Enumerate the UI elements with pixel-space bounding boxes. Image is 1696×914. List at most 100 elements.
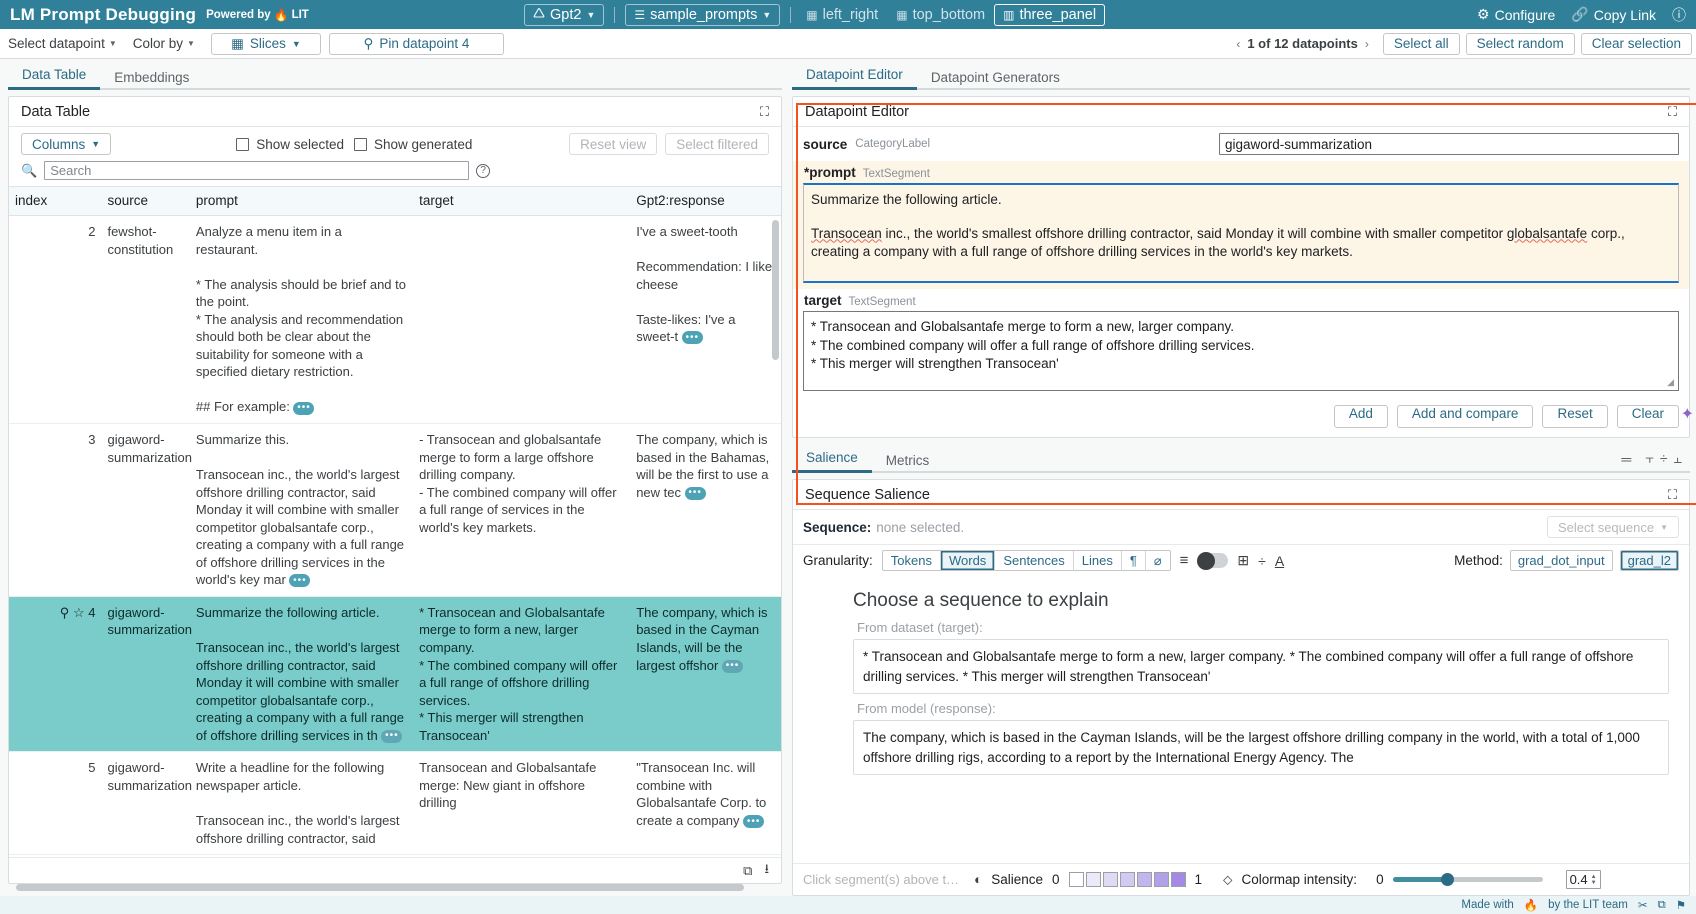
- align-top-icon[interactable]: ⫟: [1645, 450, 1653, 467]
- truncation-indicator[interactable]: •••: [289, 574, 310, 587]
- color-by-dropdown[interactable]: Color by ▼: [133, 36, 195, 51]
- footer-icon-1[interactable]: ✂: [1638, 898, 1648, 912]
- choose-sequence-title: Choose a sequence to explain: [853, 590, 1669, 612]
- from-dataset-box[interactable]: * Transocean and Globalsantafe merge to …: [853, 639, 1669, 694]
- flame-icon: 🔥: [274, 8, 289, 22]
- horizontal-scrollbar[interactable]: [16, 884, 744, 891]
- align-bottom-icon[interactable]: ⫠: [1674, 450, 1682, 467]
- select-sequence-dropdown[interactable]: Select sequence ▼: [1547, 516, 1679, 538]
- layout-tab-three-panel[interactable]: ▥ three_panel: [994, 4, 1105, 26]
- footer-icon-3[interactable]: ⚑: [1676, 898, 1686, 912]
- target-textarea[interactable]: * Transocean and Globalsantafe merge to …: [803, 311, 1679, 391]
- columns-button[interactable]: Columns ▼: [21, 133, 111, 155]
- table-row[interactable]: 2 fewshot-constitution Analyze a menu it…: [9, 216, 781, 424]
- density-lines-icon[interactable]: ≡: [1180, 552, 1189, 569]
- granularity-option-all[interactable]: ⌀: [1146, 551, 1170, 570]
- colormap-value-stepper[interactable]: 0.4 ▲▼: [1566, 870, 1601, 889]
- method-grad-l2[interactable]: grad_l2: [1620, 550, 1679, 571]
- select-datapoint-dropdown[interactable]: Select datapoint ▼: [8, 36, 117, 51]
- column-header-response[interactable]: Gpt2:response: [630, 187, 781, 216]
- display-mode-toggle[interactable]: [1197, 553, 1228, 568]
- tab-datapoint-editor[interactable]: Datapoint Editor: [792, 64, 917, 90]
- method-grad-dot-input[interactable]: grad_dot_input: [1510, 550, 1613, 571]
- stepper-arrows-icon[interactable]: ▲▼: [1591, 874, 1597, 886]
- column-header-target[interactable]: target: [413, 187, 630, 216]
- add-button[interactable]: Add: [1334, 405, 1388, 428]
- show-selected-checkbox[interactable]: Show selected: [236, 137, 344, 152]
- truncation-indicator[interactable]: •••: [722, 660, 743, 673]
- layout-tab-top-bottom[interactable]: ▦ top_bottom: [887, 4, 994, 26]
- expand-icon[interactable]: ⛶: [1668, 104, 1677, 120]
- tab-metrics[interactable]: Metrics: [872, 450, 944, 473]
- table-row[interactable]: 5 gigaword-summarization Write a headlin…: [9, 752, 781, 855]
- source-input[interactable]: [1219, 133, 1679, 155]
- pin-icon[interactable]: ⚲: [60, 605, 70, 620]
- tab-embeddings[interactable]: Embeddings: [100, 67, 203, 90]
- download-icon[interactable]: ⭳: [764, 860, 769, 882]
- star-icon[interactable]: ☆: [73, 605, 85, 620]
- slices-button[interactable]: ▦ Slices ▼: [211, 33, 321, 55]
- granularity-option-words[interactable]: Words: [941, 551, 995, 570]
- layout-tab-left-right[interactable]: ▦ left_right: [797, 4, 887, 26]
- copy-link-button[interactable]: 🔗 Copy Link: [1571, 6, 1656, 23]
- expand-icon[interactable]: ⛶: [1668, 487, 1677, 503]
- column-header-index[interactable]: index: [9, 187, 101, 216]
- granularity-option-sentences[interactable]: Sentences: [995, 551, 1073, 570]
- select-random-button[interactable]: Select random: [1466, 33, 1575, 55]
- tab-datapoint-generators[interactable]: Datapoint Generators: [917, 67, 1074, 90]
- help-icon[interactable]: ?: [476, 164, 490, 178]
- reset-button[interactable]: Reset: [1542, 405, 1607, 428]
- data-table-scroll-region[interactable]: index source prompt target Gpt2:response…: [9, 186, 781, 857]
- next-datapoint-button[interactable]: ›: [1365, 37, 1369, 51]
- tab-data-table[interactable]: Data Table: [8, 64, 100, 90]
- tab-salience[interactable]: Salience: [792, 447, 872, 473]
- prompt-textarea[interactable]: Summarize the following article. Transoc…: [803, 183, 1679, 283]
- search-input[interactable]: [44, 161, 469, 180]
- help-button[interactable]: ⓘ: [1672, 5, 1686, 25]
- vertical-scrollbar[interactable]: [772, 220, 779, 360]
- select-all-button[interactable]: Select all: [1383, 33, 1460, 55]
- clear-selection-button[interactable]: Clear selection: [1581, 33, 1692, 55]
- split-icon[interactable]: ÷: [1258, 553, 1266, 569]
- truncation-indicator[interactable]: •••: [293, 402, 314, 415]
- truncation-indicator[interactable]: •••: [743, 815, 764, 828]
- salience-color-scale: [1069, 872, 1186, 887]
- footer-icon-2[interactable]: ⧉: [1657, 899, 1665, 912]
- copy-icon[interactable]: ⧉: [743, 863, 752, 879]
- chevron-down-icon: ▼: [91, 139, 100, 149]
- granularity-option-tokens[interactable]: Tokens: [883, 551, 941, 570]
- table-row[interactable]: 3 gigaword-summarization Summarize this.…: [9, 424, 781, 597]
- dataset-selector-label: sample_prompts: [650, 7, 757, 23]
- granularity-option-paragraph[interactable]: ¶: [1122, 551, 1146, 570]
- powered-by: Powered by 🔥 LIT: [206, 8, 309, 22]
- table-row[interactable]: ⚲ ☆ 4 gigaword-summarization Summarize t…: [9, 596, 781, 751]
- clear-button[interactable]: Clear: [1617, 405, 1679, 428]
- configure-button[interactable]: ⚙ Configure: [1477, 6, 1555, 23]
- truncation-indicator[interactable]: •••: [381, 730, 402, 743]
- column-header-prompt[interactable]: prompt: [190, 187, 413, 216]
- link-icon: 🔗: [1571, 6, 1588, 23]
- text-format-icon[interactable]: A: [1275, 553, 1284, 569]
- show-generated-checkbox[interactable]: Show generated: [354, 137, 472, 152]
- truncation-indicator[interactable]: •••: [682, 331, 703, 344]
- expand-icon[interactable]: ⛶: [760, 104, 769, 120]
- reset-view-button[interactable]: Reset view: [569, 133, 657, 155]
- equals-icon[interactable]: ═: [1621, 451, 1631, 467]
- from-model-box[interactable]: The company, which is based in the Cayma…: [853, 720, 1669, 775]
- model-selector[interactable]: 🛆 Gpt2 ▼: [524, 4, 604, 26]
- method-group: Method: grad_dot_input grad_l2: [1454, 550, 1679, 571]
- pin-datapoint-button[interactable]: ⚲ Pin datapoint 4: [329, 33, 504, 55]
- prev-datapoint-button[interactable]: ‹: [1236, 37, 1240, 51]
- grid-view-icon[interactable]: ⊞: [1237, 552, 1249, 569]
- sparkle-icon[interactable]: ✦: [1681, 404, 1694, 424]
- column-header-source[interactable]: source: [101, 187, 189, 216]
- select-filtered-button[interactable]: Select filtered: [665, 133, 769, 155]
- resize-handle-icon[interactable]: ◢: [1667, 376, 1674, 388]
- dataset-selector[interactable]: ☰ sample_prompts ▼: [625, 4, 780, 26]
- colormap-intensity-slider[interactable]: [1393, 877, 1543, 882]
- granularity-option-lines[interactable]: Lines: [1074, 551, 1122, 570]
- add-and-compare-button[interactable]: Add and compare: [1397, 405, 1534, 428]
- align-middle-icon[interactable]: ÷: [1660, 450, 1668, 467]
- slider-knob[interactable]: [1441, 873, 1454, 886]
- truncation-indicator[interactable]: •••: [685, 487, 706, 500]
